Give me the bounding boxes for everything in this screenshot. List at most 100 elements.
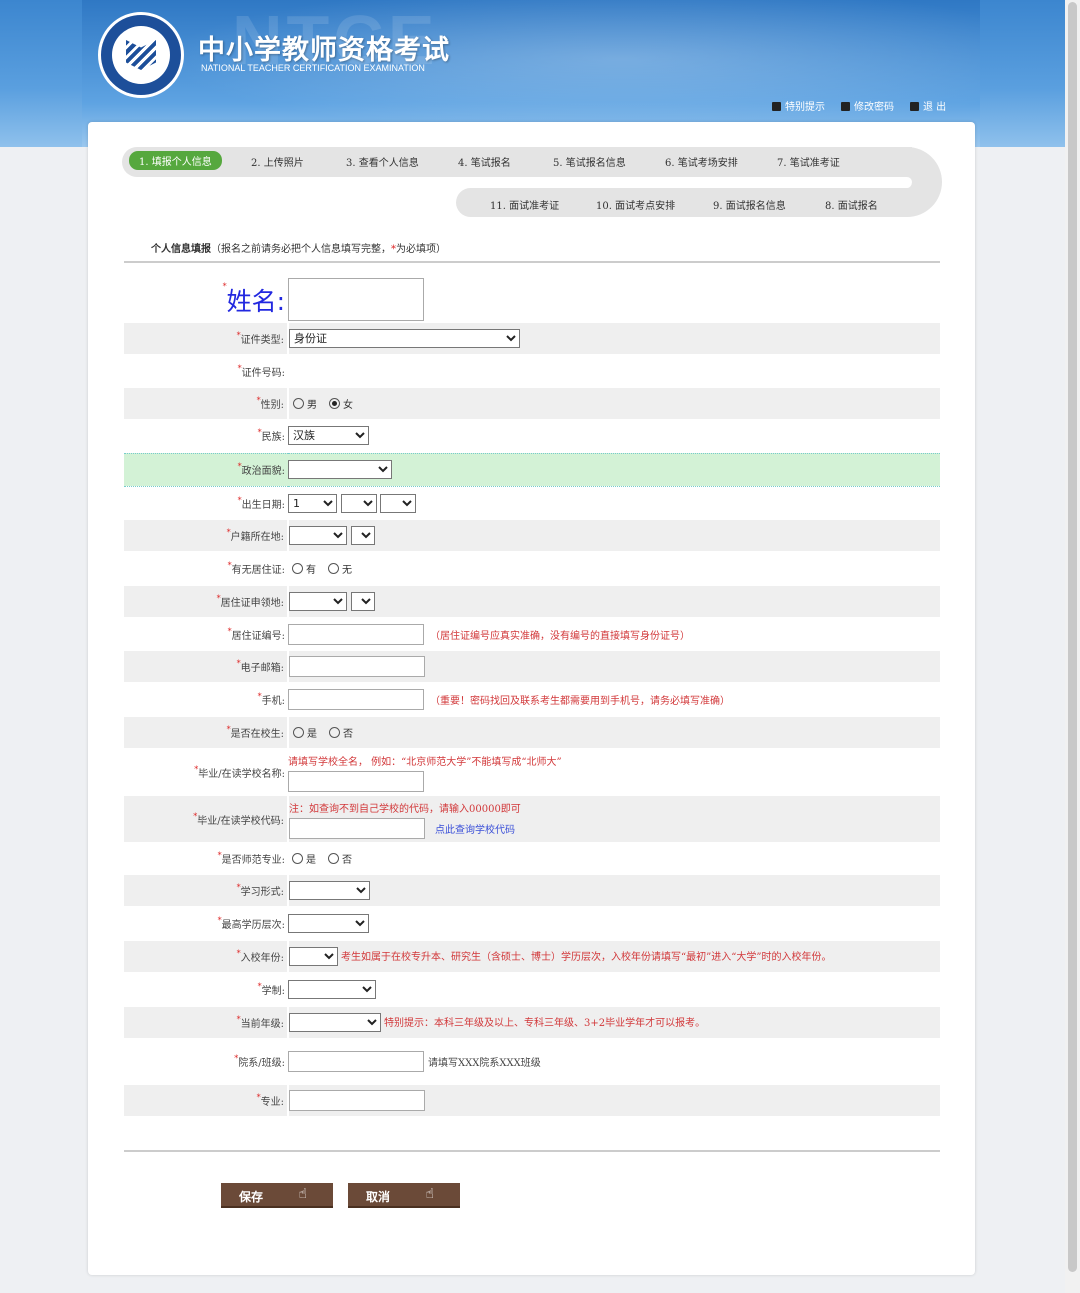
- section-intro: 个人信息填报（报名之前请务必把个人信息填写完整，*为必填项）: [151, 240, 446, 255]
- grade-select[interactable]: [289, 1013, 381, 1032]
- in-school-label: *是否在校生:: [124, 717, 289, 748]
- save-button[interactable]: 保存 ☝: [221, 1183, 333, 1208]
- section-title: 个人信息填报: [151, 244, 211, 255]
- dept-note: 请填写XXX院系XXX班级: [428, 1058, 541, 1069]
- step-9[interactable]: 9. 面试报名信息: [713, 197, 786, 212]
- ethnicity-select[interactable]: 汉族: [288, 426, 369, 446]
- scrollbar[interactable]: [1065, 0, 1080, 1293]
- ethnicity-label: *民族:: [257, 428, 285, 444]
- step-1[interactable]: 1. 填报个人信息: [129, 151, 222, 170]
- study-form-select[interactable]: [289, 881, 370, 900]
- divider: [124, 261, 940, 263]
- permit-yes-radio[interactable]: 有: [288, 561, 316, 576]
- book-icon: [126, 40, 156, 70]
- intro-note-end: 为必填项）: [396, 244, 446, 255]
- name-field[interactable]: [288, 278, 424, 321]
- school-code-input[interactable]: [289, 817, 425, 839]
- school-name-hint: 请填写学校全名， 例如：“北京师范大学”不能填写成“北师大”: [288, 756, 562, 768]
- special-tips-link[interactable]: 特别提示: [772, 98, 825, 113]
- normal-major-yes-radio[interactable]: 是: [288, 851, 316, 866]
- phone-hint: （重要！密码找回及联系考生都需要用到手机号，请务必填写准确）: [430, 696, 730, 707]
- step-2[interactable]: 2. 上传照片: [251, 154, 304, 169]
- birth-day-select[interactable]: [380, 493, 416, 513]
- question-icon: [772, 102, 781, 111]
- entry-year-label: *入校年份:: [124, 941, 289, 972]
- save-label: 保存: [239, 1190, 264, 1204]
- phone-input[interactable]: [288, 689, 424, 710]
- scrollbar-thumb[interactable]: [1068, 2, 1077, 1272]
- site-title: 中小学教师资格考试: [198, 35, 450, 66]
- major-input[interactable]: [289, 1090, 425, 1111]
- cancel-button[interactable]: 取消 ☝: [348, 1183, 460, 1208]
- hand-pointer-icon: ☝: [425, 1186, 434, 1202]
- step-11[interactable]: 11. 面试准考证: [490, 197, 559, 212]
- gender-male-radio[interactable]: 男: [289, 396, 317, 411]
- step-6[interactable]: 6. 笔试考场安排: [665, 154, 738, 169]
- logout-icon: [910, 102, 919, 111]
- permit-place-label: *居住证申领地:: [124, 586, 289, 617]
- major-label: *专业:: [124, 1085, 289, 1116]
- schooling-select[interactable]: [288, 980, 376, 999]
- entry-year-select[interactable]: [289, 947, 338, 966]
- name-label-text: 姓名:: [226, 286, 285, 316]
- school-name-input[interactable]: [288, 770, 424, 792]
- birth-month-select[interactable]: [340, 493, 377, 513]
- school-code-label: *毕业/在读学校代码:: [124, 796, 289, 842]
- household-province-select[interactable]: [289, 526, 347, 545]
- household-label: *户籍所在地:: [124, 520, 289, 551]
- id-type-select[interactable]: 身份证: [289, 329, 520, 348]
- has-permit-label: *有无居住证:: [227, 561, 285, 576]
- political-status-select[interactable]: [288, 460, 392, 479]
- permit-city-select[interactable]: [350, 592, 375, 611]
- grade-label: *当前年级:: [124, 1007, 289, 1038]
- gender-label: *性别:: [124, 388, 289, 419]
- normal-major-no-radio[interactable]: 否: [324, 851, 352, 866]
- normal-major-label: *是否师范专业:: [217, 851, 285, 866]
- birth-year-select[interactable]: 1: [288, 493, 337, 513]
- intro-note: （报名之前请务必把个人信息填写完整，: [211, 244, 391, 255]
- id-type-label: *证件类型:: [124, 323, 289, 354]
- step-10[interactable]: 10. 面试考点安排: [596, 197, 675, 212]
- grade-hint: 特别提示：本科三年级及以上、专科三年级、3+2毕业学年才可以报考。: [384, 1018, 706, 1029]
- key-icon: [841, 102, 850, 111]
- divider: [124, 1150, 940, 1152]
- study-form-label: *学习形式:: [124, 875, 289, 906]
- household-city-select[interactable]: [350, 526, 375, 545]
- permit-number-hint: （居住证编号应真实准确，没有编号的直接填写身份证号）: [430, 630, 690, 642]
- site-subtitle: NATIONAL TEACHER CERTIFICATION EXAMINATI…: [201, 63, 425, 73]
- link-label: 修改密码: [854, 102, 894, 113]
- in-school-no-radio[interactable]: 否: [325, 725, 353, 740]
- logout-link[interactable]: 退 出: [910, 98, 946, 113]
- step-4[interactable]: 4. 笔试报名: [458, 154, 511, 169]
- permit-no-label: *居住证编号:: [227, 626, 285, 642]
- id-number-label: *证件号码:: [237, 363, 285, 379]
- email-input[interactable]: [289, 656, 425, 677]
- permit-province-select[interactable]: [289, 592, 347, 611]
- step-3[interactable]: 3. 查看个人信息: [346, 154, 419, 169]
- step-7[interactable]: 7. 笔试准考证: [777, 154, 840, 169]
- education-select[interactable]: [288, 914, 369, 933]
- in-school-yes-radio[interactable]: 是: [289, 725, 317, 740]
- permit-number-input[interactable]: [288, 623, 424, 645]
- hand-pointer-icon: ☝: [298, 1186, 307, 1202]
- email-label: *电子邮箱:: [124, 651, 289, 682]
- permit-no-radio[interactable]: 无: [324, 561, 352, 576]
- cancel-label: 取消: [366, 1190, 391, 1204]
- id-number-value: [288, 354, 940, 388]
- schooling-label: *学制:: [257, 982, 285, 997]
- phone-label: *手机:: [257, 692, 285, 707]
- name-label: *姓名:: [222, 281, 285, 316]
- change-password-link[interactable]: 修改密码: [841, 98, 894, 113]
- top-links: 特别提示 修改密码 退 出: [772, 98, 946, 113]
- personal-info-form: *姓名: *证件类型: 身份证 *证件号码: *性别: 男女 *民族: 汉族 *政治面…: [124, 276, 940, 1116]
- step-8[interactable]: 8. 面试报名: [825, 197, 878, 212]
- query-school-code-link[interactable]: 点此查询学校代码: [435, 825, 515, 836]
- ntce-logo: [98, 12, 184, 98]
- school-name-label: *毕业/在读学校名称:: [194, 764, 285, 780]
- political-label: *政治面貌:: [124, 452, 288, 487]
- step-5[interactable]: 5. 笔试报名信息: [553, 154, 626, 169]
- education-label: *最高学历层次:: [217, 916, 285, 931]
- gender-female-radio[interactable]: 女: [325, 396, 353, 411]
- link-label: 特别提示: [785, 102, 825, 113]
- dept-class-input[interactable]: [288, 1051, 424, 1072]
